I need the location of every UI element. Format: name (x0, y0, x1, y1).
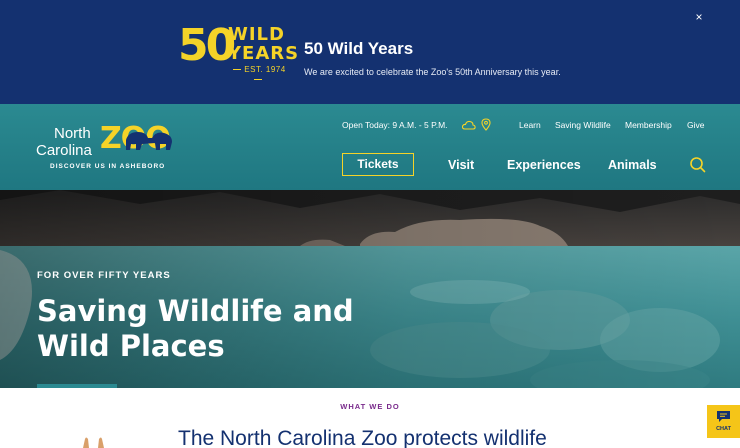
utility-link-learn[interactable]: Learn (519, 119, 541, 131)
hero-section: FOR OVER FIFTY YEARS Saving Wildlife and… (0, 190, 740, 388)
banner-text: We are excited to celebrate the Zoo's 50… (304, 67, 561, 77)
logo-line-carolina: Carolina (36, 142, 92, 159)
cloud-icon (462, 120, 476, 130)
nav-item-experiences[interactable]: Experiences (507, 157, 581, 173)
anniversary-word-wild: WILD (228, 24, 285, 45)
anniversary-banner: 50 WILD YEARS EST. 1974 50 Wild Years We… (0, 0, 740, 104)
nav-item-visit[interactable]: Visit (448, 157, 474, 173)
utility-link-membership[interactable]: Membership (625, 119, 672, 131)
anniversary-number: 50 (178, 20, 236, 71)
search-icon[interactable] (689, 156, 706, 173)
zoo-logo[interactable]: North Carolina ZOO DISCOVER US IN ASHEBO… (34, 122, 184, 174)
logo-tagline: DISCOVER US IN ASHEBORO (50, 163, 166, 170)
section-heading: The North Carolina Zoo protects wildlife (178, 427, 547, 448)
nav-item-animals[interactable]: Animals (608, 157, 657, 173)
site-header: North Carolina ZOO DISCOVER US IN ASHEBO… (0, 104, 740, 190)
fifty-wild-years-logo: 50 WILD YEARS EST. 1974 (178, 20, 298, 78)
chat-bubble-icon (717, 411, 730, 422)
chat-button[interactable]: CHAT (707, 405, 740, 438)
close-icon[interactable]: × (692, 10, 706, 24)
tickets-button[interactable]: Tickets (342, 153, 414, 176)
map-pin-icon[interactable] (481, 118, 491, 131)
hero-eyebrow: FOR OVER FIFTY YEARS (37, 270, 171, 281)
banner-title: 50 Wild Years (304, 39, 414, 58)
utility-link-give[interactable]: Give (687, 119, 704, 131)
chat-label: CHAT (716, 426, 731, 432)
anniversary-word-years: YEARS (228, 43, 300, 64)
hero-accent-bar (37, 384, 117, 388)
anniversary-established: EST. 1974 (226, 65, 290, 85)
elephant-silhouette-icon (126, 132, 172, 150)
giraffe-illustration (83, 437, 104, 448)
section-eyebrow: WHAT WE DO (340, 402, 400, 411)
utility-link-saving-wildlife[interactable]: Saving Wildlife (555, 119, 611, 131)
logo-line-north: North (54, 125, 91, 142)
hours-today: Open Today: 9 A.M. - 5 P.M. (342, 120, 448, 130)
hero-title: Saving Wildlife and Wild Places (37, 294, 354, 363)
